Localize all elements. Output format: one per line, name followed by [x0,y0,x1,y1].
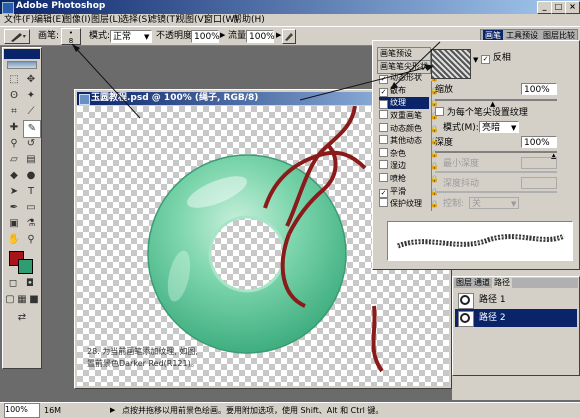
tutorial-arrows [71,41,441,119]
status-menu-arrow-icon[interactable]: ▶ [110,403,115,418]
zoom-field[interactable]: 100% [4,403,40,418]
doc-size: 16M [44,406,62,415]
status-hint: 点按并拖移以用前景色绘画。要用附加选项，使用 Shift、Alt 和 Ctrl … [122,406,384,415]
status-bar: 100% 16M ▶ 点按并拖移以用前景色绘画。要用附加选项，使用 Shift、… [0,402,580,418]
zoom-value: 100% [5,405,28,414]
